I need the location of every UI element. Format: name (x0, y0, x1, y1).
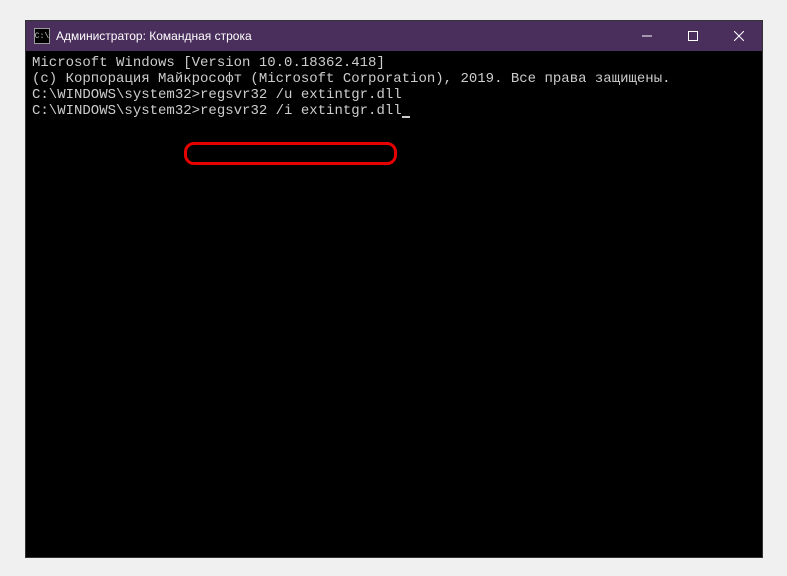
titlebar[interactable]: C:\ Администратор: Командная строка (26, 21, 762, 51)
terminal-output[interactable]: Microsoft Windows [Version 10.0.18362.41… (26, 51, 762, 123)
cursor (402, 116, 410, 118)
prompt: C:\WINDOWS\system32> (32, 103, 200, 119)
minimize-button[interactable] (624, 21, 670, 51)
command-text: regsvr32 /i extintgr.dll (200, 103, 402, 119)
copyright-line: (c) Корпорация Майкрософт (Microsoft Cor… (32, 71, 756, 87)
command-line-1: C:\WINDOWS\system32>regsvr32 /u extintgr… (32, 87, 756, 103)
close-button[interactable] (716, 21, 762, 51)
command-text: regsvr32 /u extintgr.dll (200, 87, 402, 103)
window-title: Администратор: Командная строка (56, 29, 624, 43)
command-line-2: C:\WINDOWS\system32>regsvr32 /i extintgr… (32, 103, 756, 119)
version-line: Microsoft Windows [Version 10.0.18362.41… (32, 55, 756, 71)
prompt: C:\WINDOWS\system32> (32, 87, 200, 103)
window-controls (624, 21, 762, 51)
command-prompt-window: C:\ Администратор: Командная строка Micr… (25, 20, 763, 558)
maximize-button[interactable] (670, 21, 716, 51)
cmd-icon: C:\ (34, 28, 50, 44)
